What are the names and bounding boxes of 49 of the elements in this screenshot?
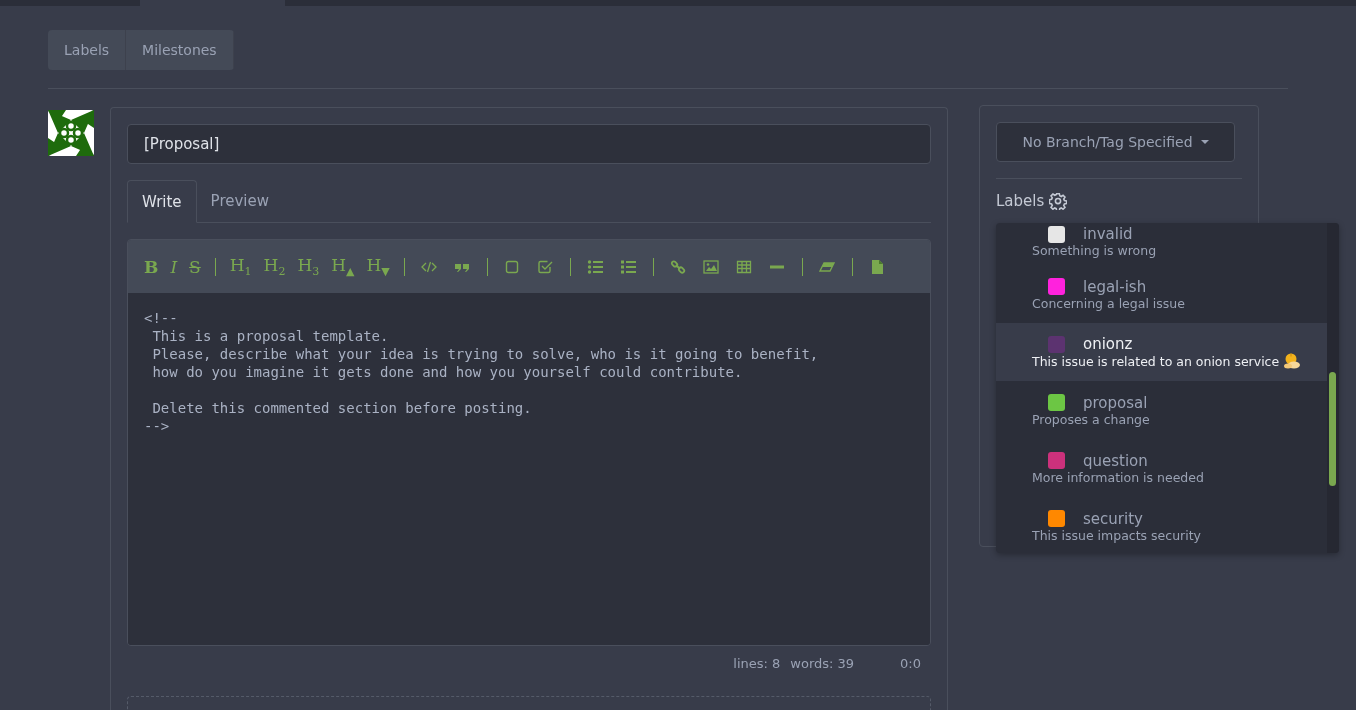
cursor-position: 0:0 <box>900 656 921 673</box>
editor-text[interactable]: <!-- This is a proposal template. Please, describe what your idea is trying to solve, who is it going to benefit, how do you imagine it gets done and how you yourself could contribute. Delete this commented section before posting. --> <box>128 293 930 645</box>
editor-tab[interactable]: Write <box>127 180 197 223</box>
format-button[interactable]: H$_{1}$ <box>223 254 258 279</box>
label-description: This issue is related to an onion service <box>1032 353 1280 369</box>
label-option[interactable]: proposal Proposes a change <box>996 381 1327 439</box>
line-count: lines: 8 <box>733 656 781 673</box>
editor-tab[interactable]: Preview <box>196 180 283 222</box>
label-option[interactable]: legal-ish Concerning a legal issue <box>996 265 1327 323</box>
link-icon[interactable] <box>670 258 687 275</box>
label-description: Proposes a change <box>1032 411 1150 427</box>
nav-button[interactable]: Labels <box>48 30 127 70</box>
label-name: invalid <box>1083 225 1133 243</box>
label-description: This issue impacts security <box>1032 527 1201 543</box>
label-option[interactable]: question More information is needed <box>996 439 1327 497</box>
label-name: legal-ish <box>1083 277 1147 296</box>
image-icon[interactable] <box>703 258 720 275</box>
labels-heading: Labels <box>996 192 1045 210</box>
label-name: proposal <box>1083 393 1148 412</box>
title-field[interactable]: [Proposal] <box>127 124 931 164</box>
label-description: Concerning a legal issue <box>1032 295 1185 311</box>
scrollbar-thumb[interactable] <box>1329 372 1336 486</box>
format-button[interactable]: H$_{▲}$ <box>325 254 361 279</box>
label-option[interactable]: onionz This issue is related to an onion service <box>996 323 1327 381</box>
label-name: onionz <box>1083 335 1133 353</box>
label-option[interactable]: security This issue impacts security <box>996 497 1327 553</box>
label-description: More information is needed <box>1032 469 1204 485</box>
bullet-list-icon[interactable] <box>587 258 604 275</box>
label-description: Something is wrong <box>1032 243 1157 258</box>
settings-icon[interactable] <box>1049 192 1068 210</box>
table-icon[interactable] <box>736 258 753 275</box>
avatar-icon <box>48 110 94 156</box>
format-button[interactable]: H$_{3}$ <box>291 254 326 279</box>
checked-box-icon[interactable] <box>537 258 554 275</box>
numbered-list-icon[interactable] <box>620 258 637 275</box>
format-button[interactable]: B <box>138 256 165 277</box>
checkbox-icon[interactable] <box>504 258 521 275</box>
format-button[interactable]: H$_{2}$ <box>257 254 292 279</box>
format-button[interactable]: H$_{▼}$ <box>360 254 396 279</box>
format-button[interactable]: I <box>164 256 184 277</box>
caret-icon <box>1200 140 1209 144</box>
nav-button[interactable]: Milestones <box>126 30 234 70</box>
word-count: words: 39 <box>790 656 855 673</box>
label-option[interactable]: invalid Something is wrong <box>996 223 1327 265</box>
format-button[interactable]: S <box>183 256 207 277</box>
label-name: question <box>1083 451 1148 470</box>
branch-dropdown[interactable]: No Branch/Tag Specified <box>996 122 1235 162</box>
label-name: security <box>1083 509 1143 528</box>
file-icon[interactable] <box>869 258 886 275</box>
